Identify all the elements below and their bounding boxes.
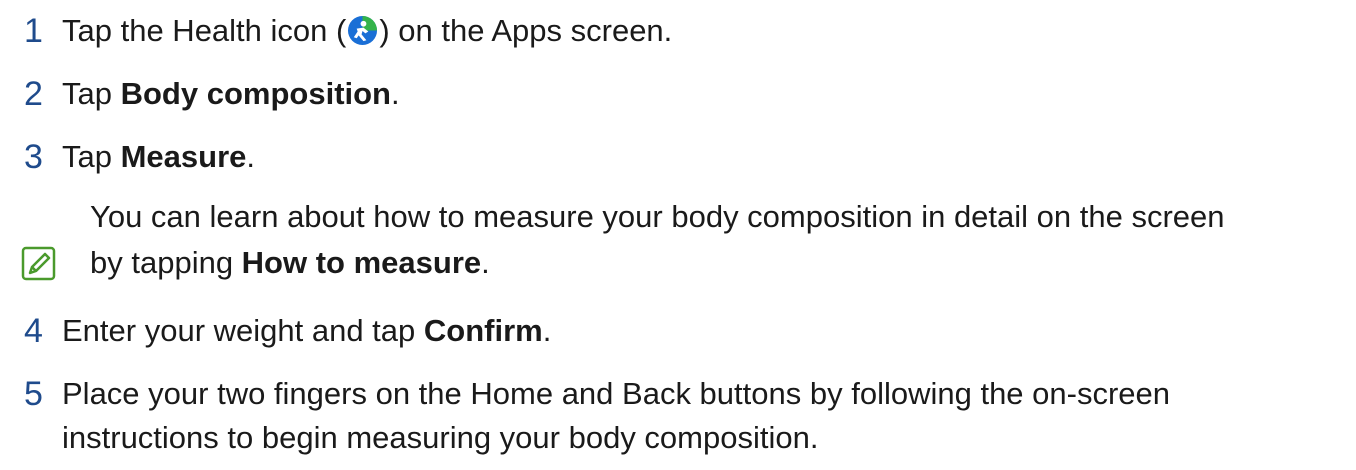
health-app-icon — [348, 15, 378, 46]
note-line-1: You can learn about how to measure your … — [90, 199, 1225, 234]
ui-term: How to measure — [241, 245, 482, 280]
step-number: 1 — [24, 12, 43, 50]
note-pencil-icon — [21, 246, 56, 281]
ui-term: Confirm — [423, 313, 543, 348]
step-text: Tap Measure. — [62, 139, 256, 174]
instruction-list: 1 Tap the Health icon () on the Apps scr… — [0, 0, 1356, 470]
step-number: 4 — [24, 312, 43, 350]
step-number: 5 — [24, 375, 43, 413]
step-number: 2 — [24, 75, 43, 113]
ui-term: Body composition — [120, 76, 391, 111]
step-text: Place your two fingers on the Home and B… — [62, 376, 1171, 411]
note-line-2: by tapping How to measure. — [90, 245, 490, 280]
ui-term: Measure — [120, 139, 247, 174]
step-number: 3 — [24, 138, 43, 176]
step-text: instructions to begin measuring your bod… — [62, 420, 819, 455]
step-text: Enter your weight and tap Confirm. — [62, 313, 552, 348]
step-text: Tap the Health icon () on the Apps scree… — [62, 13, 673, 48]
step-text: Tap Body composition. — [62, 76, 400, 111]
